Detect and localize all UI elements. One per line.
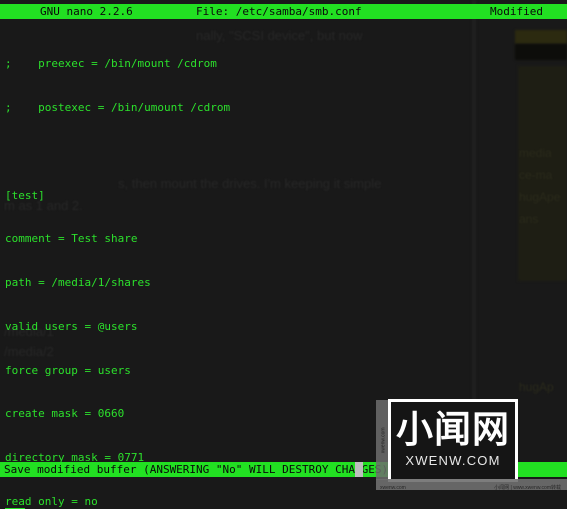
editor-line[interactable]: force group = users: [0, 364, 567, 379]
prompt-text-cursor: [355, 462, 363, 477]
editor-line[interactable]: valid users = @users: [0, 320, 567, 335]
editor-line[interactable]: comment = Test share: [0, 232, 567, 247]
nano-filename-label: File: /etc/samba/smb.conf: [196, 5, 362, 18]
watermark-footer-strip: xwenw.com 小闻网 | www.xwenw.com转载: [376, 479, 567, 491]
terminal-screen: nally, "SCSI device", but now s, then mo…: [0, 0, 567, 509]
editor-line[interactable]: path = /media/1/shares: [0, 276, 567, 291]
nano-modified-indicator: Modified: [490, 5, 543, 18]
watermark-footer-right: 小闻网 | www.xwenw.com转载: [494, 485, 561, 491]
watermark-box: 小闻网 XWENW.COM: [388, 399, 518, 482]
watermark-domain-label: XWENW.COM: [405, 453, 501, 468]
watermark-footer-left: xwenw.com: [380, 485, 406, 491]
save-prompt-text: Save modified buffer (ANSWERING "No" WIL…: [4, 463, 402, 476]
watermark-chinese-title: 小闻网: [396, 408, 510, 451]
nano-title-bar: GNU nano 2.2.6 File: /etc/samba/smb.conf…: [0, 4, 567, 19]
editor-line[interactable]: [test]: [0, 189, 567, 204]
editor-line[interactable]: ; preexec = /bin/mount /cdrom: [0, 57, 567, 72]
nano-version-label: GNU nano 2.2.6: [40, 5, 133, 18]
editor-line[interactable]: ; postexec = /bin/umount /cdrom: [0, 101, 567, 116]
editor-line[interactable]: [0, 145, 567, 160]
